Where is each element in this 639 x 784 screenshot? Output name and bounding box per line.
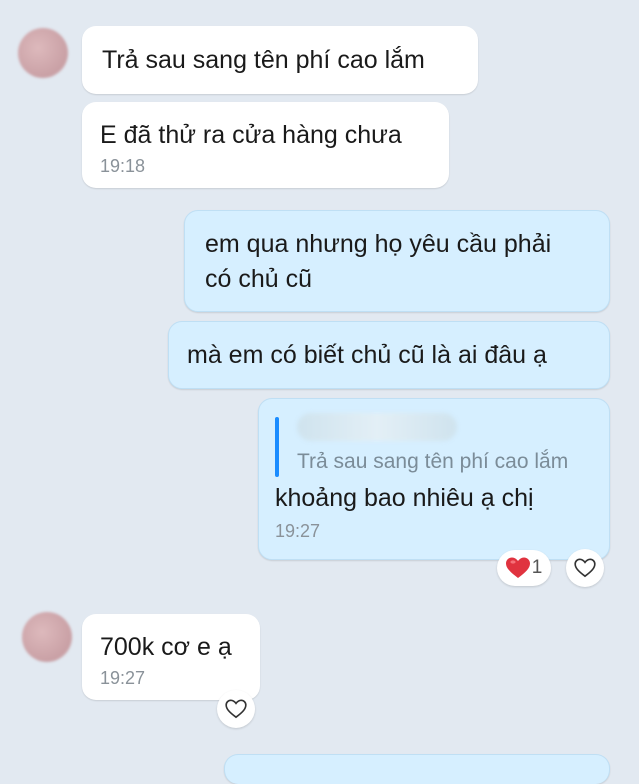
contact-avatar[interactable] <box>22 612 72 662</box>
message-timestamp: 19:27 <box>100 668 146 688</box>
message-text: 700k cơ e ạ <box>100 633 232 661</box>
outgoing-reply-bubble[interactable]: Trả sau sang tên phí cao lắm khoảng bao … <box>258 398 610 560</box>
react-button[interactable] <box>217 690 255 728</box>
red-heart-icon <box>505 557 530 579</box>
react-button[interactable] <box>566 549 604 587</box>
heart-outline-icon <box>225 699 247 719</box>
outgoing-message-bubble[interactable]: mà em có biết chủ cũ là ai đâu ạ <box>168 321 610 389</box>
quoted-message[interactable]: Trả sau sang tên phí cao lắm <box>275 413 593 477</box>
reaction-count: 1 <box>531 557 543 578</box>
reaction-count-pill[interactable]: 1 <box>497 550 551 586</box>
quoted-sender-name <box>297 413 457 441</box>
outgoing-message-bubble-partial[interactable] <box>224 754 610 784</box>
quote-bar <box>275 417 279 477</box>
message-text: mà em có biết chủ cũ là ai đâu ạ <box>187 341 547 369</box>
message-text: E đã thử ra cửa hàng chưa <box>100 121 402 149</box>
outgoing-message-bubble[interactable]: em qua nhưng họ yêu cầu phải có chủ cũ <box>184 210 610 312</box>
incoming-message-bubble[interactable]: E đã thử ra cửa hàng chưa 19:18 <box>82 102 449 188</box>
message-text: em qua nhưng họ yêu cầu phải có chủ cũ <box>205 230 552 293</box>
heart-outline-icon <box>574 558 596 578</box>
message-timestamp: 19:18 <box>100 156 146 176</box>
message-text: khoảng bao nhiêu ạ chị <box>275 484 534 512</box>
message-text: Trả sau sang tên phí cao lắm <box>102 46 425 74</box>
message-timestamp: 19:27 <box>275 521 321 541</box>
contact-avatar[interactable] <box>18 28 68 78</box>
incoming-message-bubble[interactable]: 700k cơ e ạ 19:27 <box>82 614 260 700</box>
incoming-message-bubble[interactable]: Trả sau sang tên phí cao lắm <box>82 26 478 94</box>
quoted-text: Trả sau sang tên phí cao lắm <box>297 450 569 473</box>
